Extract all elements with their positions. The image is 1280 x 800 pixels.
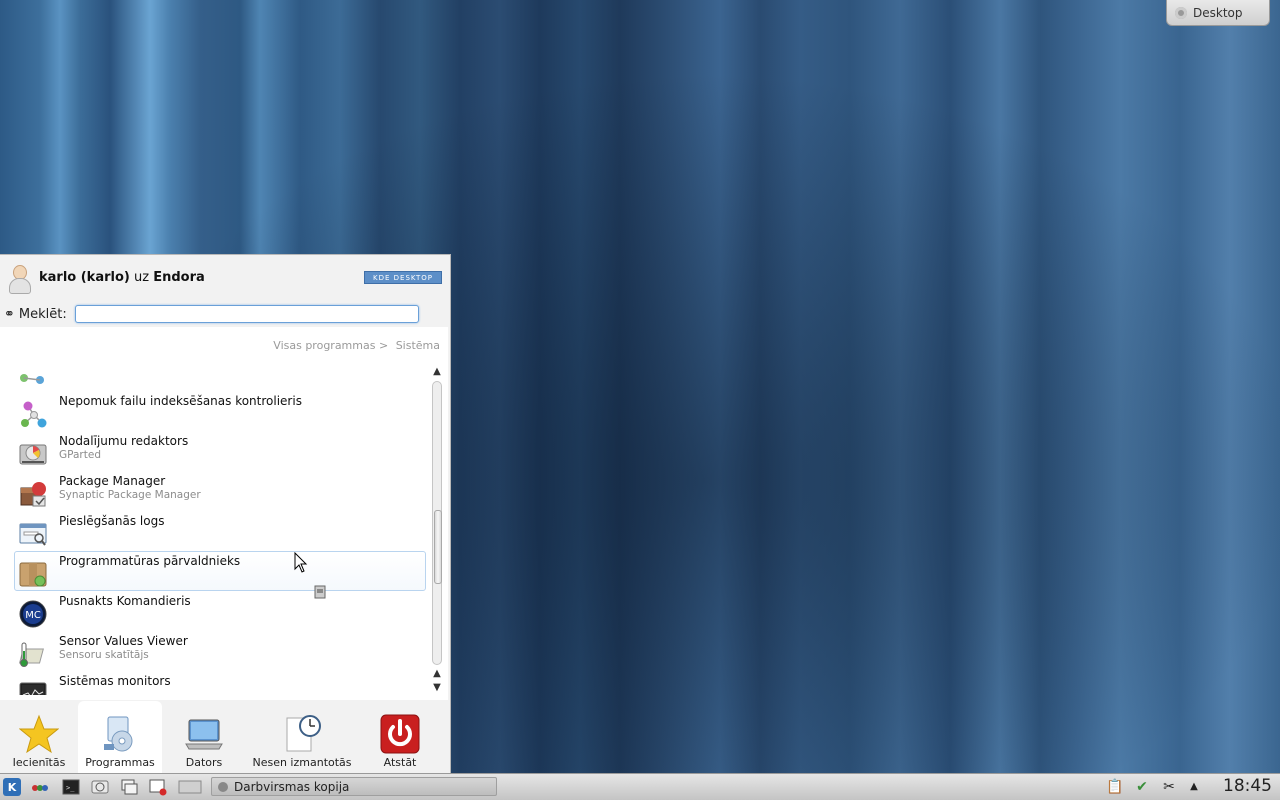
list-item[interactable]: Sensor Values Viewer Sensoru skatītājs: [14, 631, 426, 671]
terminal-icon[interactable]: >_: [62, 778, 80, 796]
binoculars-icon: ⚭: [4, 306, 15, 322]
tray-expand-icon[interactable]: ▲: [1186, 779, 1202, 795]
colors-applet-icon[interactable]: [31, 778, 49, 796]
updates-check-icon[interactable]: ✔: [1134, 779, 1150, 795]
search-label: Meklēt:: [18, 306, 67, 322]
taskbar: K >_ Darbvirsmas kopija 📋 ✔ ✂ ▲ 18:45: [0, 773, 1280, 800]
tab-label: Programmas: [85, 756, 155, 769]
scroll-up-button-lower[interactable]: ▲: [430, 667, 444, 681]
pager-icon[interactable]: [178, 778, 202, 796]
scroll-thumb[interactable]: [434, 510, 442, 584]
window-list-icon[interactable]: [120, 778, 138, 796]
tab-label: Nesen izmantotās: [252, 756, 352, 769]
item-subtitle: Sensoru skatītājs: [59, 649, 149, 661]
kickoff-menu: karlo (karlo) uz Endora KDE DESKTOP ⚭ Me…: [0, 254, 451, 775]
desktop-toolbox-label: Desktop: [1193, 5, 1243, 20]
star-icon: [19, 714, 59, 754]
nepomuk-icon: [20, 374, 44, 384]
item-title: Pieslēgšanās logs: [59, 514, 165, 528]
list-item[interactable]: MC Pusnakts Komandieris: [14, 591, 426, 631]
list-item[interactable]: Nepomuk failu indeksēšanas kontrolieris: [14, 391, 426, 431]
list-item[interactable]: Sistēmas monitors: [14, 671, 426, 695]
task-title: Darbvirsmas kopija: [234, 779, 350, 794]
clipboard-icon[interactable]: 📋: [1106, 779, 1123, 795]
list-item[interactable]: [14, 367, 426, 391]
screenshot-icon[interactable]: [149, 778, 167, 796]
power-icon: [380, 714, 420, 754]
svg-text:K: K: [8, 781, 17, 794]
midnight-commander-icon: MC: [19, 600, 47, 628]
tab-computer[interactable]: Dators: [162, 701, 246, 775]
tab-favorites[interactable]: Iecienītās: [0, 701, 78, 775]
mouse-cursor-icon: [294, 552, 308, 573]
user-avatar-icon: [8, 263, 31, 294]
desktop-toolbox-button[interactable]: Desktop: [1166, 0, 1270, 26]
application-view: Visas programmas > Sistēma Nepomuk failu…: [0, 327, 448, 700]
package-icon: [20, 482, 46, 507]
kde-logo: KDE DESKTOP: [364, 271, 442, 284]
kickoff-tabs: Iecienītās Programmas Dators Nesen izman…: [0, 701, 450, 775]
host-name: Endora: [153, 270, 205, 285]
computer-icon: [185, 719, 223, 750]
scroll-up-button[interactable]: ▲: [430, 365, 444, 379]
search-row: ⚭ Meklēt:: [4, 303, 444, 325]
system-monitor-icon: [19, 682, 47, 695]
item-title: Nodalījumu redaktors: [59, 434, 189, 448]
dolphin-icon[interactable]: [91, 778, 109, 796]
disk-icon: [19, 444, 47, 465]
kde-launcher-icon[interactable]: K: [3, 778, 21, 796]
toolbox-icon: [1175, 6, 1187, 19]
tab-label: Dators: [185, 756, 223, 769]
tab-label: Iecienītās: [12, 756, 66, 769]
svg-text:MC: MC: [25, 610, 41, 621]
task-app-icon: [218, 781, 228, 792]
breadcrumb-current[interactable]: Sistēma: [396, 339, 440, 352]
tab-label: Atstāt: [383, 756, 417, 769]
login-window-icon: [19, 523, 47, 546]
item-title: Sensor Values Viewer: [59, 634, 188, 648]
list-item[interactable]: Programmatūras pārvaldnieks: [14, 551, 426, 591]
user-info: karlo (karlo) uz Endora: [39, 270, 205, 285]
scroll-track[interactable]: [432, 381, 442, 665]
user-connector: uz: [133, 270, 150, 285]
software-box-icon: [19, 562, 47, 587]
item-subtitle: GParted: [59, 449, 101, 461]
item-title: Programmatūras pārvaldnieks: [59, 554, 241, 568]
list-item[interactable]: Nodalījumu redaktors GParted: [14, 431, 426, 471]
item-subtitle: Synaptic Package Manager: [59, 489, 201, 501]
application-list: Nepomuk failu indeksēšanas kontrolieris …: [14, 367, 426, 695]
tab-leave[interactable]: Atstāt: [358, 701, 442, 775]
item-title: Pusnakts Komandieris: [59, 594, 191, 608]
scissors-icon[interactable]: ✂: [1161, 779, 1177, 795]
list-item[interactable]: Package Manager Synaptic Package Manager: [14, 471, 426, 511]
recent-icon: [286, 715, 321, 752]
item-title: Nepomuk failu indeksēšanas kontrolieris: [59, 394, 302, 408]
scroll-down-button[interactable]: ▼: [430, 681, 444, 695]
thermometer-icon: [18, 642, 44, 667]
item-title: Package Manager: [59, 474, 166, 488]
list-scrollbar[interactable]: ▲ ▲ ▼: [430, 365, 444, 695]
breadcrumb-root[interactable]: Visas programmas >: [273, 339, 388, 352]
svg-text:>_: >_: [66, 784, 75, 792]
kickoff-header: karlo (karlo) uz Endora KDE DESKTOP: [0, 255, 450, 301]
nepomuk-icon: [21, 401, 47, 428]
item-title: Sistēmas monitors: [59, 674, 171, 688]
list-item[interactable]: Pieslēgšanās logs: [14, 511, 426, 551]
user-name: karlo (karlo): [39, 270, 130, 285]
tab-applications[interactable]: Programmas: [78, 701, 162, 775]
breadcrumb: Visas programmas > Sistēma: [269, 339, 440, 352]
applications-icon: [104, 716, 133, 752]
tab-recent[interactable]: Nesen izmantotās: [246, 701, 358, 775]
search-input[interactable]: [74, 305, 419, 323]
clock[interactable]: 18:45: [1223, 776, 1272, 796]
taskbar-task-button[interactable]: Darbvirsmas kopija: [211, 777, 497, 796]
drag-file-icon: [314, 585, 326, 599]
